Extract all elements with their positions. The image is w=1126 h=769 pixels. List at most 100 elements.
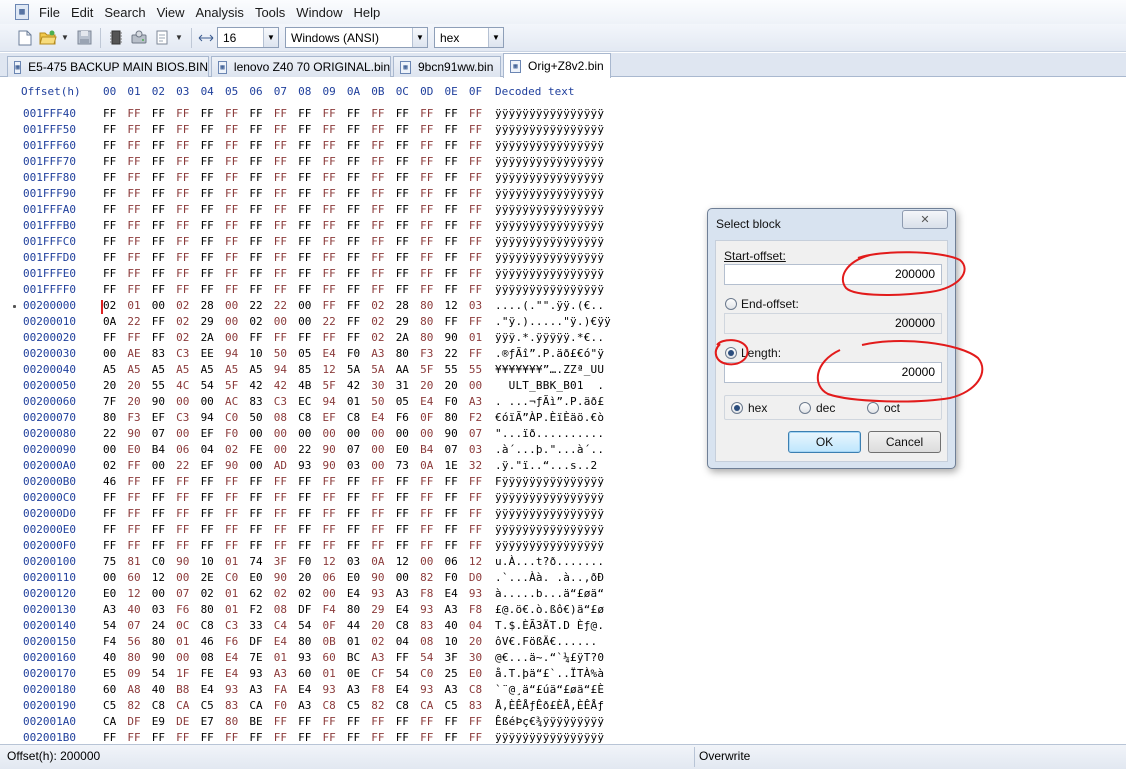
row-bytes[interactable]: FF FF FF FF FF FF FF FF FF FF FF FF FF FF FF FF	[103, 235, 493, 248]
byte-cell[interactable]: FF	[371, 123, 395, 136]
byte-cell[interactable]: F0	[444, 395, 468, 408]
row-bytes[interactable]: FF FF FF FF FF FF FF FF FF FF FF FF FF FF FF FF	[103, 219, 493, 232]
hex-row[interactable]: 00200060 7F 20 90 00 00 AC 83 C3 EC 94 01 50 05 E4 F0 A3…	[0, 395, 700, 411]
byte-cell[interactable]: FF	[176, 539, 200, 552]
save-button[interactable]	[73, 27, 95, 49]
byte-cell[interactable]: 20	[444, 379, 468, 392]
byte-cell[interactable]: 25	[444, 667, 468, 680]
row-decoded-text[interactable]: ÿÿÿÿÿÿÿÿÿÿÿÿÿÿÿÿ	[495, 283, 604, 296]
byte-cell[interactable]: FF	[249, 283, 273, 296]
byte-cell[interactable]: FF	[201, 491, 225, 504]
byte-cell[interactable]: C5	[347, 699, 371, 712]
byte-cell[interactable]: FF	[371, 107, 395, 120]
byte-cell[interactable]: 73	[396, 459, 420, 472]
byte-cell[interactable]: FF	[249, 123, 273, 136]
byte-cell[interactable]: 03	[152, 603, 176, 616]
byte-cell[interactable]: FF	[298, 107, 322, 120]
byte-cell[interactable]: CA	[103, 715, 127, 728]
byte-cell[interactable]: FF	[103, 491, 127, 504]
row-decoded-text[interactable]: ÿÿÿÿÿÿÿÿÿÿÿÿÿÿÿÿ	[495, 139, 604, 152]
byte-cell[interactable]: FF	[103, 331, 127, 344]
row-bytes[interactable]: 80 F3 EF C3 94 C0 50 08 C8 EF C8 E4 F6 0F 80 F2	[103, 411, 493, 424]
byte-cell[interactable]: A3	[249, 683, 273, 696]
byte-cell[interactable]: C0	[152, 555, 176, 568]
byte-cell[interactable]: FF	[396, 235, 420, 248]
byte-cell[interactable]: FF	[420, 155, 444, 168]
byte-cell[interactable]: FE	[201, 667, 225, 680]
byte-cell[interactable]: 02	[176, 315, 200, 328]
byte-cell[interactable]: 0C	[176, 619, 200, 632]
byte-cell[interactable]: FF	[420, 107, 444, 120]
byte-cell[interactable]: FF	[103, 171, 127, 184]
hex-row[interactable]: 002000E0 FF FF FF FF FF FF FF FF FF FF FF FF FF FF FF FF…	[0, 523, 700, 539]
byte-cell[interactable]: FF	[152, 123, 176, 136]
byte-cell[interactable]: FF	[323, 507, 347, 520]
open-file-button[interactable]	[37, 27, 59, 49]
byte-cell[interactable]: 94	[201, 411, 225, 424]
byte-cell[interactable]: FF	[371, 491, 395, 504]
byte-cell[interactable]: CF	[371, 667, 395, 680]
byte-cell[interactable]: DF	[127, 715, 151, 728]
byte-cell[interactable]: B4	[420, 443, 444, 456]
byte-cell[interactable]: 5F	[323, 379, 347, 392]
byte-cell[interactable]: FF	[396, 155, 420, 168]
byte-cell[interactable]: 01	[225, 555, 249, 568]
byte-cell[interactable]: 80	[103, 411, 127, 424]
byte-cell[interactable]: 01	[225, 587, 249, 600]
byte-cell[interactable]: FF	[347, 299, 371, 312]
byte-cell[interactable]: FF	[176, 187, 200, 200]
byte-cell[interactable]: BE	[249, 715, 273, 728]
hex-row[interactable]: 002000F0 FF FF FF FF FF FF FF FF FF FF FF FF FF FF FF FF…	[0, 539, 700, 555]
byte-cell[interactable]: FF	[323, 715, 347, 728]
byte-cell[interactable]: FF	[127, 731, 151, 744]
byte-cell[interactable]: 00	[396, 427, 420, 440]
byte-cell[interactable]: 54	[396, 667, 420, 680]
byte-cell[interactable]: FF	[274, 219, 298, 232]
byte-cell[interactable]: FF	[127, 219, 151, 232]
byte-cell[interactable]: FF	[201, 155, 225, 168]
byte-cell[interactable]: 56	[127, 635, 151, 648]
byte-cell[interactable]: FF	[127, 459, 151, 472]
byte-cell[interactable]: FF	[371, 251, 395, 264]
byte-cell[interactable]: FF	[396, 507, 420, 520]
byte-cell[interactable]: 4B	[298, 379, 322, 392]
hex-row[interactable]: 00200010 0A 22 FF 02 29 00 02 00 00 22 FF 02 29 80 FF FF…	[0, 315, 700, 331]
byte-cell[interactable]: 85	[298, 363, 322, 376]
byte-cell[interactable]: 04	[201, 443, 225, 456]
byte-cell[interactable]: DF	[298, 603, 322, 616]
chevron-down-icon[interactable]: ▼	[263, 28, 278, 47]
byte-cell[interactable]: FF	[420, 715, 444, 728]
byte-cell[interactable]: 83	[420, 619, 444, 632]
byte-cell[interactable]: 5F	[225, 379, 249, 392]
byte-cell[interactable]: FF	[274, 331, 298, 344]
byte-cell[interactable]: FF	[152, 507, 176, 520]
byte-cell[interactable]: 62	[249, 587, 273, 600]
byte-cell[interactable]: 00	[274, 443, 298, 456]
hex-row[interactable]: 001FFF60 FF FF FF FF FF FF FF FF FF FF FF FF FF FF FF FF…	[0, 139, 700, 155]
row-bytes[interactable]: FF FF FF FF FF FF FF FF FF FF FF FF FF FF FF FF	[103, 491, 493, 504]
row-bytes[interactable]: 00 E0 B4 06 04 02 FE 00 22 90 07 00 E0 B4 07 03	[103, 443, 493, 456]
byte-cell[interactable]: 90	[371, 571, 395, 584]
byte-cell[interactable]: FF	[127, 187, 151, 200]
row-decoded-text[interactable]: ÿÿÿÿÿÿÿÿÿÿÿÿÿÿÿÿ	[495, 731, 604, 744]
byte-cell[interactable]: FF	[420, 507, 444, 520]
byte-cell[interactable]: FF	[127, 507, 151, 520]
byte-cell[interactable]: 54	[201, 379, 225, 392]
byte-cell[interactable]: FF	[444, 219, 468, 232]
byte-cell[interactable]: FF	[152, 203, 176, 216]
byte-cell[interactable]: FF	[274, 491, 298, 504]
byte-cell[interactable]: 00	[420, 555, 444, 568]
byte-cell[interactable]: C8	[396, 619, 420, 632]
byte-cell[interactable]: F8	[469, 603, 493, 616]
byte-cell[interactable]: FF	[249, 251, 273, 264]
byte-cell[interactable]: 90	[444, 331, 468, 344]
byte-cell[interactable]: 2A	[396, 331, 420, 344]
byte-cell[interactable]: FF	[347, 171, 371, 184]
byte-cell[interactable]: C5	[201, 699, 225, 712]
row-bytes[interactable]: 7F 20 90 00 00 AC 83 C3 EC 94 01 50 05 E4 F0 A3	[103, 395, 493, 408]
byte-cell[interactable]: FF	[225, 491, 249, 504]
byte-cell[interactable]: 54	[420, 651, 444, 664]
byte-cell[interactable]: FF	[103, 203, 127, 216]
byte-cell[interactable]: FF	[323, 475, 347, 488]
byte-cell[interactable]: F6	[396, 411, 420, 424]
